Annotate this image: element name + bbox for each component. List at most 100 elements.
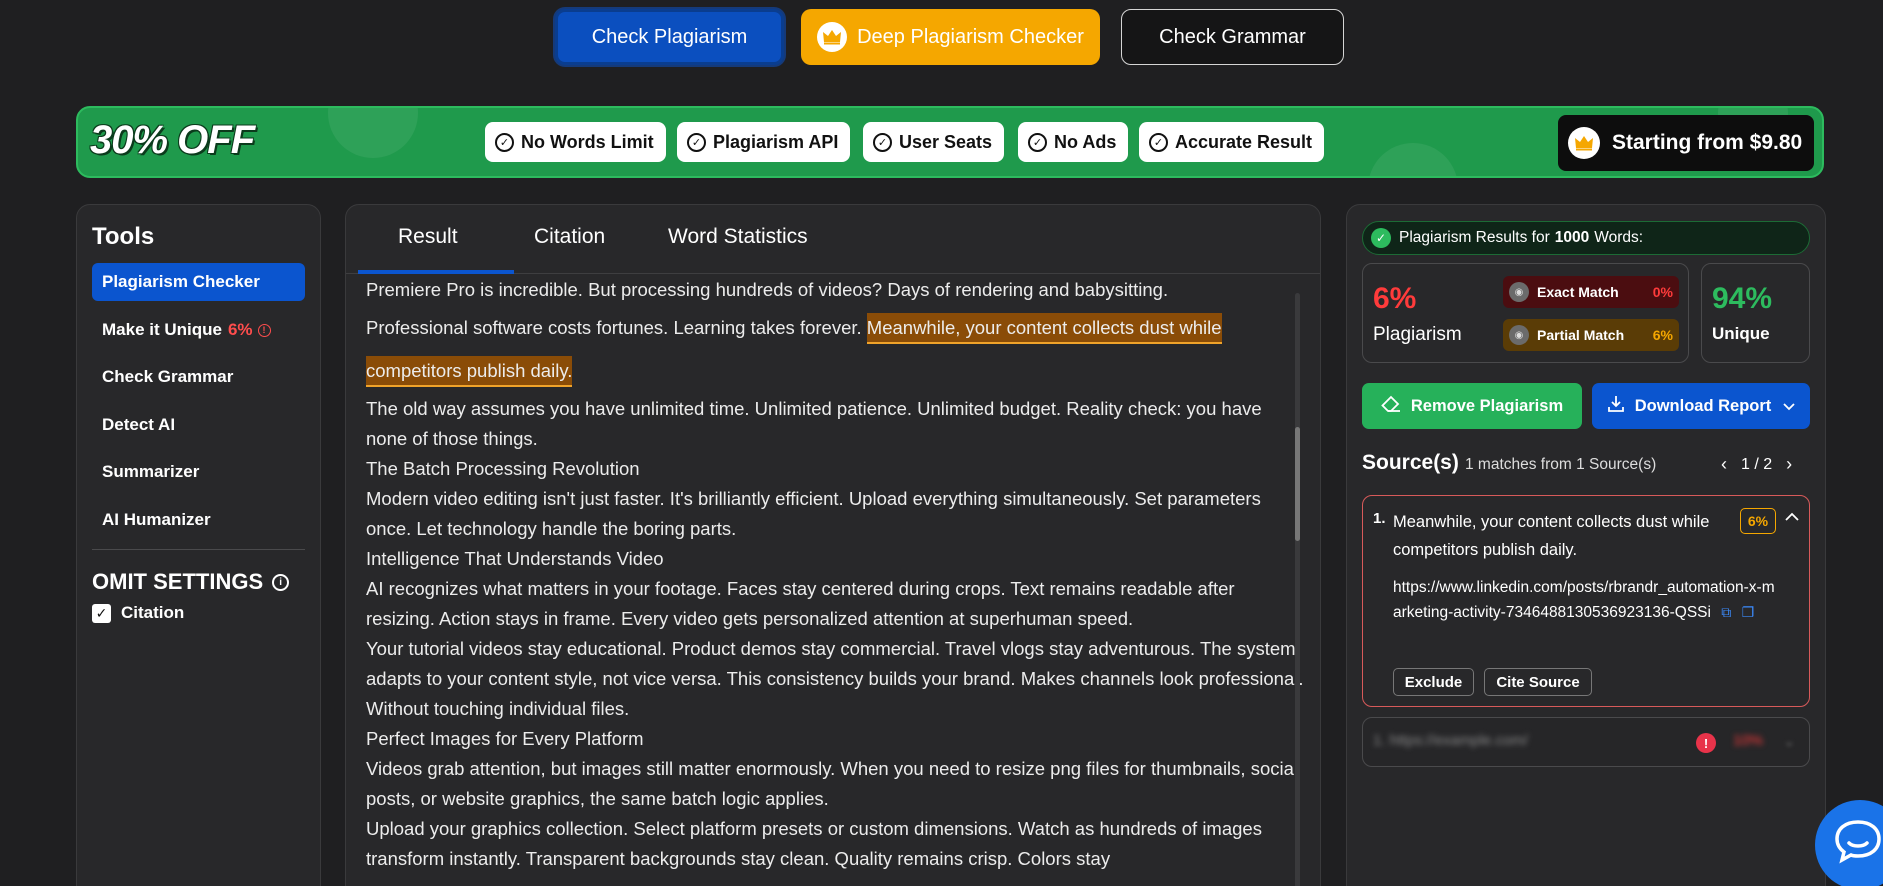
external-link-icon[interactable]: ⧉	[1721, 604, 1731, 620]
blurred-source-url: 1. https://example.com/	[1373, 732, 1529, 749]
pricing-label: Starting from $9.80	[1612, 131, 1803, 154]
results-header: ✓ Plagiarism Results for 1000 Words:	[1362, 221, 1810, 255]
feature-plagiarism-api: ✓ Plagiarism API	[677, 122, 851, 162]
result-text: Premiere Pro is incredible. But processi…	[366, 279, 1306, 874]
citation-label: Citation	[121, 603, 185, 622]
check-circle-icon: ✓	[687, 132, 706, 152]
check-circle-icon: ✓	[495, 132, 514, 152]
exact-match-label: Exact Match	[1537, 284, 1619, 300]
highlighted-match[interactable]: competitors publish daily.	[366, 356, 573, 387]
source-number: 1.	[1373, 510, 1386, 527]
scrollbar-track[interactable]	[1295, 293, 1300, 886]
omit-settings-title: OMIT SETTINGS i	[92, 569, 290, 595]
text-paragraph: Modern video editing isn't just faster. …	[366, 488, 1261, 539]
plagiarism-score-card: 6% Plagiarism ◉ Exact Match 0% ◉ Partial…	[1362, 263, 1689, 363]
remove-plagiarism-button[interactable]: Remove Plagiarism	[1362, 383, 1582, 429]
download-icon	[1607, 395, 1625, 418]
tool-label: AI Humanizer	[102, 510, 211, 529]
promo-banner[interactable]: 30% OFF ✓ No Words Limit ✓ Plagiarism API …	[76, 106, 1824, 178]
result-panel: Result Citation Word Statistics Premiere…	[345, 204, 1321, 886]
check-circle-icon: ✓	[873, 132, 892, 152]
feature-no-words-limit: ✓ No Words Limit	[485, 122, 666, 162]
tools-title: Tools	[92, 223, 155, 250]
active-tab-indicator	[358, 270, 514, 274]
info-icon[interactable]: i	[272, 573, 290, 591]
download-report-button[interactable]: Download Report	[1592, 383, 1810, 429]
text-line: competitors publish daily.	[366, 354, 1306, 388]
alert-icon[interactable]: !	[1696, 733, 1716, 753]
eye-icon: ◉	[1509, 325, 1529, 345]
scrollbar-thumb[interactable]	[1295, 427, 1300, 541]
source-url-text[interactable]: https://www.linkedin.com/posts/rbrandr_a…	[1393, 579, 1775, 621]
results-header-prefix: Plagiarism Results for	[1399, 229, 1550, 246]
plagiarism-label: Plagiarism	[1373, 324, 1462, 345]
tool-label: Make it Unique	[102, 320, 222, 339]
chevron-right-icon[interactable]: ›	[1786, 454, 1792, 475]
text-line: Professional software costs fortunes. Le…	[366, 311, 1306, 345]
unique-percent: 94%	[1712, 282, 1773, 315]
chevron-down-icon[interactable]: ⌄	[1783, 732, 1796, 750]
partial-match-toggle[interactable]: ◉ Partial Match 6%	[1503, 319, 1679, 351]
source-percent-badge: 6%	[1740, 508, 1776, 534]
citation-checkbox-row[interactable]: ✓ Citation	[92, 603, 184, 623]
exact-match-toggle[interactable]: ◉ Exact Match 0%	[1503, 276, 1679, 308]
eraser-icon	[1381, 395, 1401, 418]
cite-source-button[interactable]: Cite Source	[1484, 668, 1592, 696]
banner-decoration	[328, 108, 418, 158]
check-circle-icon: ✓	[1028, 132, 1047, 152]
text-heading: Intelligence That Understands Video	[366, 548, 664, 569]
exact-match-value: 0%	[1652, 284, 1673, 300]
results-panel: ✓ Plagiarism Results for 1000 Words: 6% …	[1346, 204, 1826, 886]
source-matched-text: Meanwhile, your content collects dust wh…	[1393, 513, 1710, 559]
download-report-label: Download Report	[1634, 396, 1772, 415]
checkbox-checked-icon[interactable]: ✓	[92, 603, 111, 623]
tools-panel: Tools Plagiarism Checker Make it Unique …	[76, 204, 321, 886]
exclude-button[interactable]: Exclude	[1393, 668, 1474, 696]
feature-label: Plagiarism API	[713, 131, 839, 152]
partial-match-label: Partial Match	[1537, 327, 1625, 343]
tool-ai-humanizer[interactable]: AI Humanizer	[92, 501, 305, 539]
tool-summarizer[interactable]: Summarizer	[92, 453, 305, 491]
tool-detect-ai[interactable]: Detect AI	[92, 406, 305, 444]
text-heading: Perfect Images for Every Platform	[366, 728, 644, 749]
tool-label: Plagiarism Checker	[102, 272, 260, 291]
deep-plagiarism-checker-button[interactable]: Deep Plagiarism Checker	[801, 9, 1100, 65]
check-grammar-button[interactable]: Check Grammar	[1121, 9, 1344, 65]
check-plagiarism-button[interactable]: Check Plagiarism	[555, 9, 784, 65]
chevron-down-icon	[1783, 397, 1795, 416]
crown-icon	[1568, 127, 1600, 159]
highlighted-match[interactable]: Meanwhile, your content collects dust wh…	[866, 313, 1222, 344]
sources-title: Source(s)	[1362, 451, 1459, 474]
results-header-suffix: Words:	[1594, 229, 1644, 246]
sources-pagination: ‹ 1 / 2 ›	[1721, 454, 1792, 475]
tab-bar: Result Citation Word Statistics	[346, 205, 1320, 274]
source-card[interactable]: 1. Meanwhile, your content collects dust…	[1362, 495, 1810, 707]
text-paragraph: Your tutorial videos stay educational. P…	[366, 638, 1304, 719]
tab-result[interactable]: Result	[398, 225, 458, 249]
tab-word-statistics[interactable]: Word Statistics	[668, 225, 808, 249]
text-paragraph: Videos grab attention, but images still …	[366, 758, 1298, 809]
check-circle-icon: ✓	[1149, 132, 1168, 152]
feature-label: No Ads	[1054, 131, 1117, 152]
source-url[interactable]: https://www.linkedin.com/posts/rbrandr_a…	[1393, 576, 1783, 625]
word-count: 1000	[1554, 229, 1590, 246]
unique-badge: 6%	[227, 320, 253, 339]
locked-source-card[interactable]: 1. https://example.com/ ! 10% ⌄	[1362, 717, 1810, 767]
chat-icon	[1835, 820, 1881, 864]
remove-plagiarism-label: Remove Plagiarism	[1410, 396, 1564, 415]
info-icon[interactable]: !	[257, 323, 271, 337]
tool-plagiarism-checker[interactable]: Plagiarism Checker	[92, 263, 305, 301]
text-paragraph: AI recognizes what matters in your foota…	[366, 578, 1235, 629]
tool-label: Summarizer	[102, 462, 200, 481]
feature-label: No Words Limit	[521, 131, 654, 152]
feature-accurate-result: ✓ Accurate Result	[1139, 122, 1325, 162]
tool-check-grammar[interactable]: Check Grammar	[92, 358, 305, 396]
chevron-up-icon[interactable]	[1785, 508, 1799, 526]
feature-no-ads: ✓ No Ads	[1018, 122, 1129, 162]
copy-icon[interactable]: ❐	[1742, 604, 1755, 620]
partial-match-value: 6%	[1652, 327, 1673, 343]
tab-citation[interactable]: Citation	[534, 225, 605, 249]
chevron-left-icon[interactable]: ‹	[1721, 454, 1727, 475]
pricing-button[interactable]: Starting from $9.80	[1558, 115, 1814, 171]
tool-make-it-unique[interactable]: Make it Unique 6% !	[92, 311, 305, 349]
